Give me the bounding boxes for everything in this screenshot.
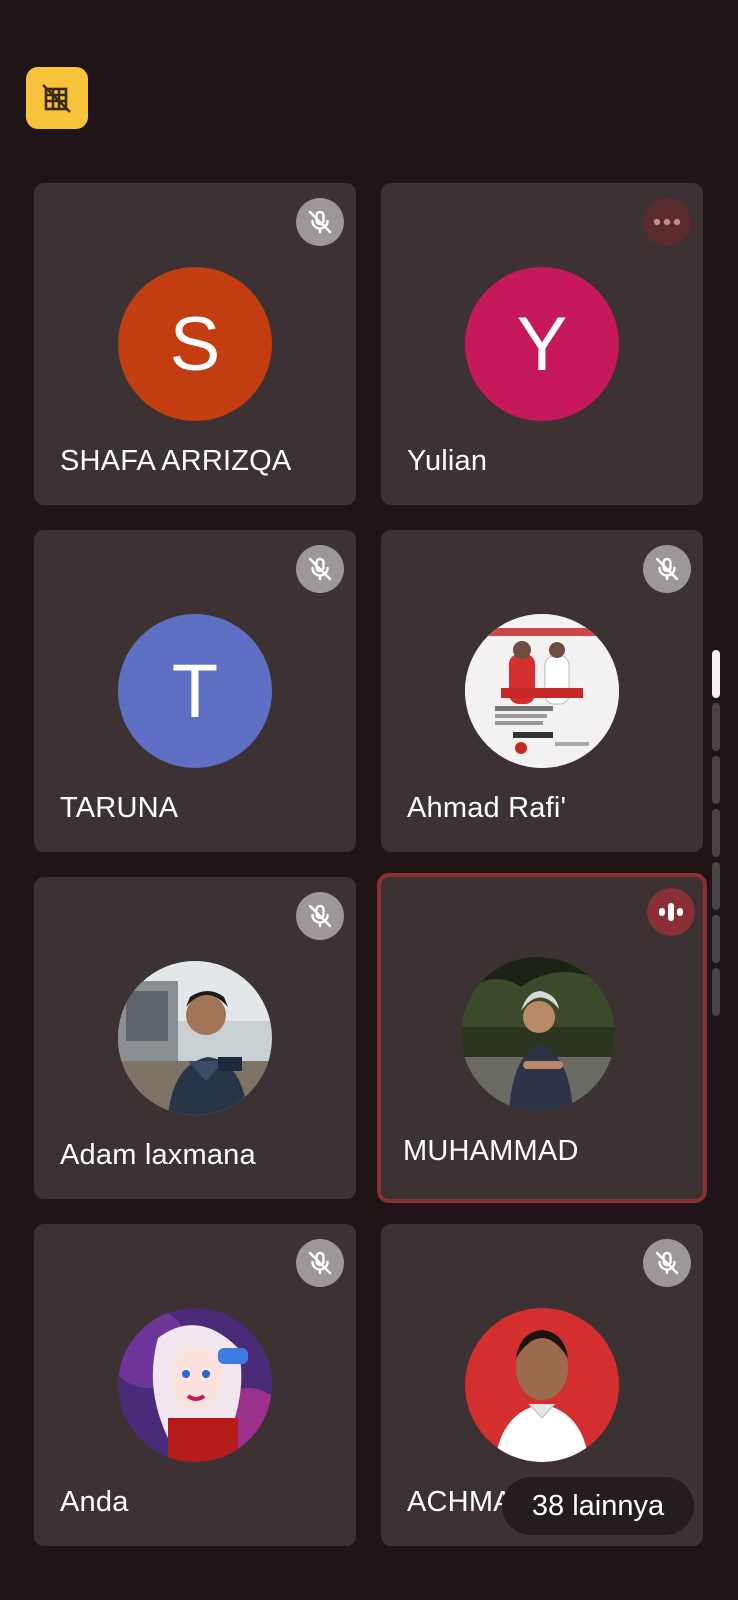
portrait-red-photo: [465, 1308, 619, 1462]
avatar-photo: [118, 961, 272, 1115]
more-participants-button[interactable]: 38 lainnya: [502, 1477, 694, 1535]
participant-name: TARUNA: [60, 792, 179, 824]
more-options-button[interactable]: [643, 198, 691, 246]
audio-level-icon: [659, 903, 683, 921]
mic-off-button[interactable]: [296, 1239, 344, 1287]
avatar: S: [118, 267, 272, 421]
avatar-photo: [118, 1308, 272, 1462]
more-dots-icon: [653, 218, 681, 226]
mic-off-icon: [655, 1251, 679, 1275]
avatar: Y: [465, 267, 619, 421]
person-nature-photo: [461, 957, 615, 1111]
mic-off-icon: [655, 557, 679, 581]
avatar-initial: S: [169, 301, 221, 387]
speaking-indicator: [647, 888, 695, 936]
mic-off-button[interactable]: [296, 892, 344, 940]
cartoon-photo: [118, 1308, 272, 1462]
scroll-segment: [712, 809, 720, 857]
participant-tile-speaking[interactable]: MUHAMMAD: [377, 873, 707, 1203]
scroll-segment: [712, 915, 720, 963]
scroll-segment: [712, 862, 720, 910]
person-outdoor-photo: [118, 961, 272, 1115]
poster-photo: [465, 614, 619, 768]
mic-off-button[interactable]: [296, 545, 344, 593]
mic-off-icon: [308, 904, 332, 928]
avatar-photo: [465, 614, 619, 768]
participant-tile[interactable]: T TARUNA: [34, 530, 356, 852]
mic-off-icon: [308, 1251, 332, 1275]
avatar-initial: T: [171, 648, 219, 734]
participant-tile[interactable]: Y Yulian: [381, 183, 703, 505]
avatar-initial: Y: [516, 301, 568, 387]
participant-tile[interactable]: Ahmad Rafi': [381, 530, 703, 852]
participant-tile[interactable]: Adam laxmana: [34, 877, 356, 1199]
no-video-grid-button[interactable]: [26, 67, 88, 129]
participant-name: MUHAMMAD: [403, 1135, 579, 1167]
avatar-photo: [465, 1308, 619, 1462]
avatar-photo: [461, 957, 615, 1111]
mic-off-button[interactable]: [643, 1239, 691, 1287]
mic-off-button[interactable]: [643, 545, 691, 593]
participant-name: Adam laxmana: [60, 1139, 256, 1171]
mic-off-button[interactable]: [296, 198, 344, 246]
no-video-grid-icon: [42, 84, 71, 113]
scroll-segment: [712, 968, 720, 1016]
scroll-segment: [712, 703, 720, 751]
participant-tile-self[interactable]: Anda: [34, 1224, 356, 1546]
participant-name: Anda: [60, 1486, 129, 1518]
participant-name: SHAFA ARRIZQA: [60, 445, 292, 477]
mic-off-icon: [308, 210, 332, 234]
mic-off-icon: [308, 557, 332, 581]
avatar: T: [118, 614, 272, 768]
scroll-thumb[interactable]: [712, 650, 720, 698]
scroll-segment: [712, 756, 720, 804]
participant-tile[interactable]: S SHAFA ARRIZQA: [34, 183, 356, 505]
participant-name: Yulian: [407, 445, 488, 477]
participant-name: Ahmad Rafi': [407, 792, 567, 824]
participant-name: ACHMA: [407, 1486, 513, 1518]
